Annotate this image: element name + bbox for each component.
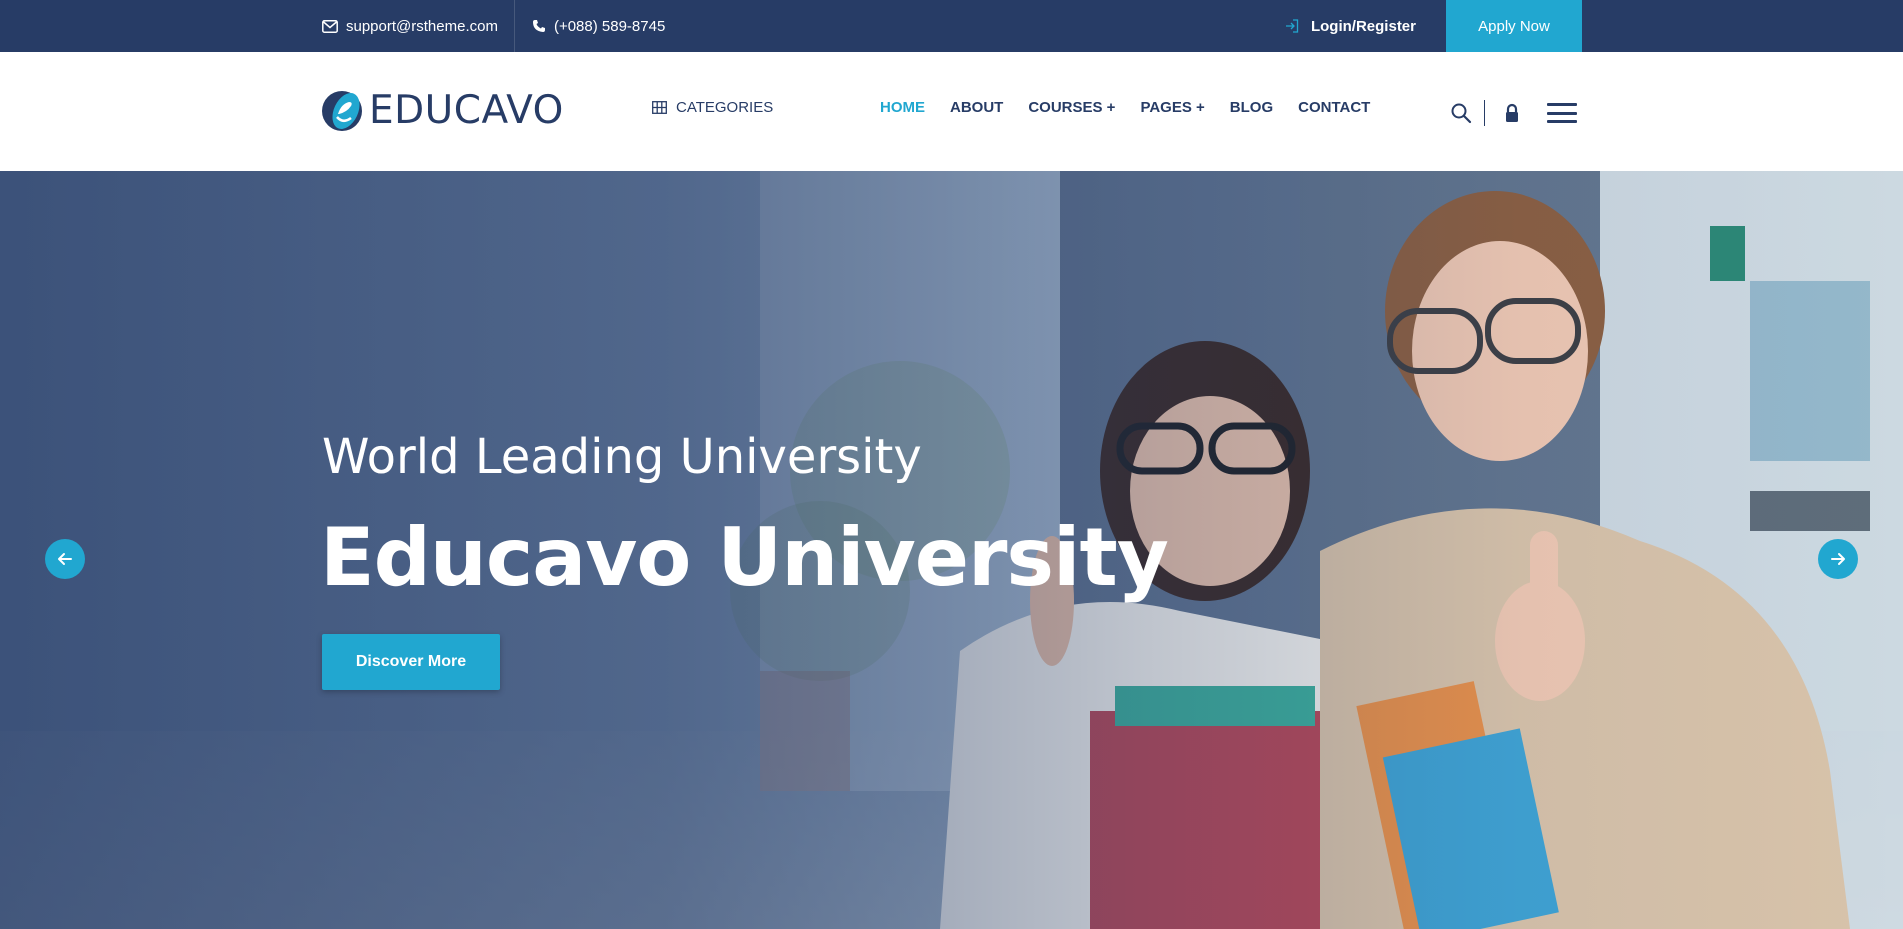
site-logo[interactable]: EDUCAVO — [321, 88, 564, 133]
nav-item-about[interactable]: ABOUT — [950, 99, 1003, 116]
login-icon — [1285, 19, 1299, 33]
top-bar: support@rstheme.com (+088) 589-8745 Logi… — [0, 0, 1903, 52]
discover-more-button[interactable]: Discover More — [322, 634, 500, 690]
login-register-label: Login/Register — [1310, 17, 1416, 35]
logo-mark-icon — [322, 90, 362, 131]
arrow-left-icon — [58, 553, 72, 565]
phone-link[interactable]: (+088) 589-8745 — [515, 0, 665, 52]
slider-prev-button[interactable] — [45, 539, 85, 579]
phone-number: (+088) 589-8745 — [553, 17, 666, 35]
lock-icon[interactable] — [1503, 103, 1521, 123]
nav-item-blog[interactable]: BLOG — [1230, 99, 1273, 116]
nav-item-courses[interactable]: COURSES + — [1028, 99, 1115, 116]
support-email: support@rstheme.com — [346, 17, 498, 35]
header-divider — [1484, 100, 1485, 126]
arrow-right-icon — [1831, 553, 1845, 565]
slider-next-button[interactable] — [1818, 539, 1858, 579]
categories-label: CATEGORIES — [676, 99, 774, 116]
hamburger-menu-icon[interactable] — [1547, 102, 1577, 124]
hero-title: Educavo University — [320, 511, 1169, 604]
hero-slider: World Leading University Educavo Univers… — [0, 171, 1903, 929]
envelope-icon — [322, 19, 338, 33]
nav-item-pages[interactable]: PAGES + — [1140, 99, 1204, 116]
categories-button[interactable]: CATEGORIES — [652, 99, 773, 116]
grid-icon — [652, 101, 667, 114]
nav-item-contact[interactable]: CONTACT — [1298, 99, 1370, 116]
main-header: EDUCAVO CATEGORIES HOME ABOUT COURSES + … — [0, 52, 1903, 171]
phone-icon — [532, 20, 545, 32]
nav-item-home[interactable]: HOME — [880, 99, 925, 116]
logo-text: EDUCAVO — [369, 88, 564, 133]
search-icon[interactable] — [1450, 102, 1472, 124]
login-register-link[interactable]: Login/Register — [1285, 0, 1416, 52]
header-icons — [1450, 100, 1577, 126]
main-nav: HOME ABOUT COURSES + PAGES + BLOG CONTAC… — [880, 99, 1395, 116]
hero-subtitle: World Leading University — [322, 429, 922, 485]
apply-now-button[interactable]: Apply Now — [1446, 0, 1582, 52]
support-email-link[interactable]: support@rstheme.com — [322, 0, 515, 52]
